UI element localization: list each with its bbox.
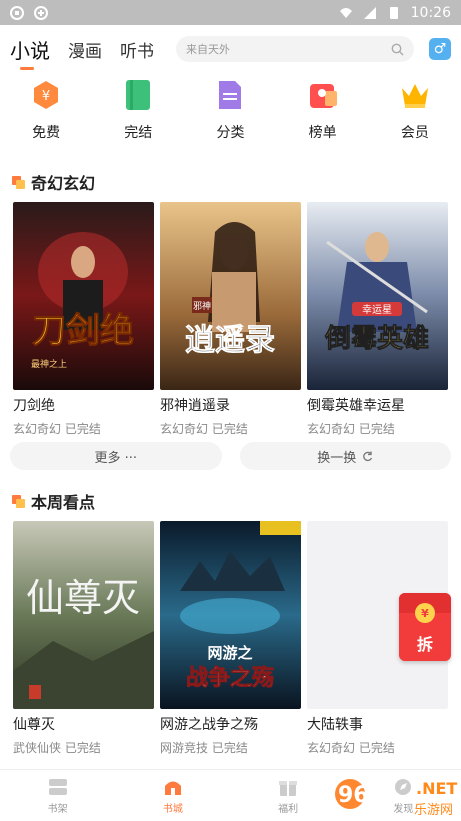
book-title: 网游之战争之殇 (160, 717, 258, 733)
quick-entry-label: 完结 (124, 125, 153, 141)
book-cover: 刀剑绝 最神之上 (13, 202, 154, 390)
green-book-icon (121, 78, 155, 112)
nav-label: 书城 (162, 803, 183, 815)
tab-novel[interactable]: 小说 (10, 35, 50, 70)
search-placeholder: 来自天外 (186, 43, 230, 56)
sync-icon (10, 5, 24, 20)
nav-label: 福利 (278, 803, 299, 815)
book-title: 刀剑绝 (13, 398, 55, 414)
quick-entry-finished[interactable]: 完结 (92, 78, 184, 150)
cover-subtitle-text: 幸运星 (362, 304, 392, 316)
section-actions: 更多 ··· 换一换 (10, 442, 451, 470)
cover-title-text: 逍遥录 (185, 323, 275, 358)
quick-entry-label: 分类 (216, 125, 245, 141)
gift-icon (279, 780, 298, 796)
search-icon (391, 43, 404, 55)
quick-entry-label: 榜单 (308, 125, 337, 141)
watermark-site: 乐游网 (414, 803, 453, 818)
nav-bookshelf[interactable]: 书架 (0, 770, 115, 821)
battery-icon (389, 6, 398, 19)
book-card[interactable]: 邪神 逍遥录 邪神逍遥录 玄幻奇幻 已完结 (160, 202, 301, 437)
book-cover: 邪神 逍遥录 (160, 202, 301, 390)
bookshelf-icon (48, 778, 67, 795)
book-title: 仙尊灭 (13, 717, 55, 733)
quick-entry-free[interactable]: ¥ 免费 (0, 78, 92, 150)
book-row-fantasy: 刀剑绝 最神之上 刀剑绝 玄幻奇幻 已完结 邪神 逍遥录 邪神逍遥录 玄幻奇幻 … (13, 202, 448, 437)
svg-text:¥: ¥ (42, 89, 50, 104)
book-meta: 玄幻奇幻 已完结 (307, 422, 395, 436)
quick-entry-label: 会员 (400, 125, 429, 141)
section-title-text: 奇幻玄幻 (31, 174, 96, 193)
tab-audiobook[interactable]: 听书 (120, 37, 154, 62)
cover-title-text: 战争之殇 (186, 665, 274, 691)
male-icon[interactable]: ♂ (429, 38, 451, 60)
tab-comic[interactable]: 漫画 (68, 37, 102, 62)
more-button[interactable]: 更多 ··· (10, 442, 222, 470)
cover-subtitle-text: 网游之 (207, 644, 252, 662)
status-bar: 10:26 (0, 0, 461, 25)
quick-entry-category[interactable]: 分类 (184, 78, 276, 150)
document-icon (213, 78, 247, 112)
book-title: 大陆轶事 (307, 717, 363, 733)
book-cover: 幸运星 倒霉英雄 (307, 202, 448, 390)
notification-icon (34, 5, 48, 20)
book-row-weekly: 仙尊灭 仙尊灭 武侠仙侠 已完结 网游之 战争之殇 网游之战争之殇 网游竞技 已… (13, 521, 448, 756)
cover-title-text: 刀剑绝 (32, 311, 134, 351)
book-meta: 玄幻奇幻 已完结 (160, 422, 248, 436)
book-card[interactable]: 刀剑绝 最神之上 刀剑绝 玄幻奇幻 已完结 (13, 202, 154, 437)
site-watermark: 962 .NET 乐游网 (335, 779, 457, 818)
ranking-icon (306, 78, 340, 112)
cover-title-text: 仙尊灭 (26, 576, 140, 620)
more-button-label: 更多 ··· (94, 450, 138, 466)
book-meta: 玄幻奇幻 已完结 (13, 422, 101, 436)
signal-icon (363, 6, 376, 19)
crown-icon (398, 78, 432, 112)
book-title: 倒霉英雄幸运星 (307, 398, 405, 414)
section-title-weekly: 本周看点 (12, 489, 95, 513)
red-packet-button[interactable]: ¥ 拆 (399, 593, 451, 661)
cover-subtitle-text: 最神之上 (31, 358, 67, 370)
refresh-button[interactable]: 换一换 (239, 442, 451, 470)
watermark-tld: .NET (416, 779, 457, 798)
section-title-fantasy: 奇幻玄幻 (12, 170, 95, 194)
book-cover: 网游之 战争之殇 (160, 521, 301, 709)
section-title-text: 本周看点 (31, 493, 96, 512)
nav-bookstore[interactable]: 书城 (115, 770, 230, 821)
refresh-button-label: 换一换 (317, 450, 357, 466)
quick-entry-label: 免费 (32, 125, 61, 141)
wifi-icon (339, 7, 352, 18)
section-marker-icon (12, 494, 25, 508)
watermark-number: 962 (338, 783, 384, 808)
nav-welfare[interactable]: 福利 (231, 770, 346, 821)
book-title: 邪神逍遥录 (160, 398, 230, 414)
book-meta: 武侠仙侠 已完结 (13, 741, 101, 755)
quick-entry-vip[interactable]: 会员 (369, 78, 461, 150)
red-packet-label: 拆 (416, 635, 433, 654)
book-card[interactable]: 幸运星 倒霉英雄 倒霉英雄幸运星 玄幻奇幻 已完结 (307, 202, 448, 437)
nav-label: 书架 (47, 803, 68, 815)
coin-icon: ¥ (415, 603, 435, 623)
book-card[interactable]: 网游之 战争之殇 网游之战争之殇 网游竞技 已完结 (160, 521, 301, 756)
status-time: 10:26 (410, 4, 451, 21)
top-bar: 小说 漫画 听书 来自天外 ♂ (0, 25, 461, 73)
book-card[interactable]: 仙尊灭 仙尊灭 武侠仙侠 已完结 (13, 521, 154, 756)
section-marker-icon (12, 175, 25, 189)
search-input[interactable]: 来自天外 (176, 36, 414, 62)
bookstore-icon (164, 781, 181, 795)
book-cover: 仙尊灭 (13, 521, 154, 709)
quick-entry-row: ¥ 免费 完结 分类 榜单 会员 (0, 78, 461, 150)
refresh-icon (363, 451, 373, 461)
quick-entry-ranking[interactable]: 榜单 (277, 78, 369, 150)
yuan-hexagon-icon: ¥ (29, 78, 63, 112)
cover-title-text: 倒霉英雄 (324, 324, 429, 354)
book-meta: 网游竞技 已完结 (160, 741, 248, 755)
cover-subtitle-text: 邪神 (193, 300, 211, 312)
book-meta: 玄幻奇幻 已完结 (307, 741, 395, 755)
